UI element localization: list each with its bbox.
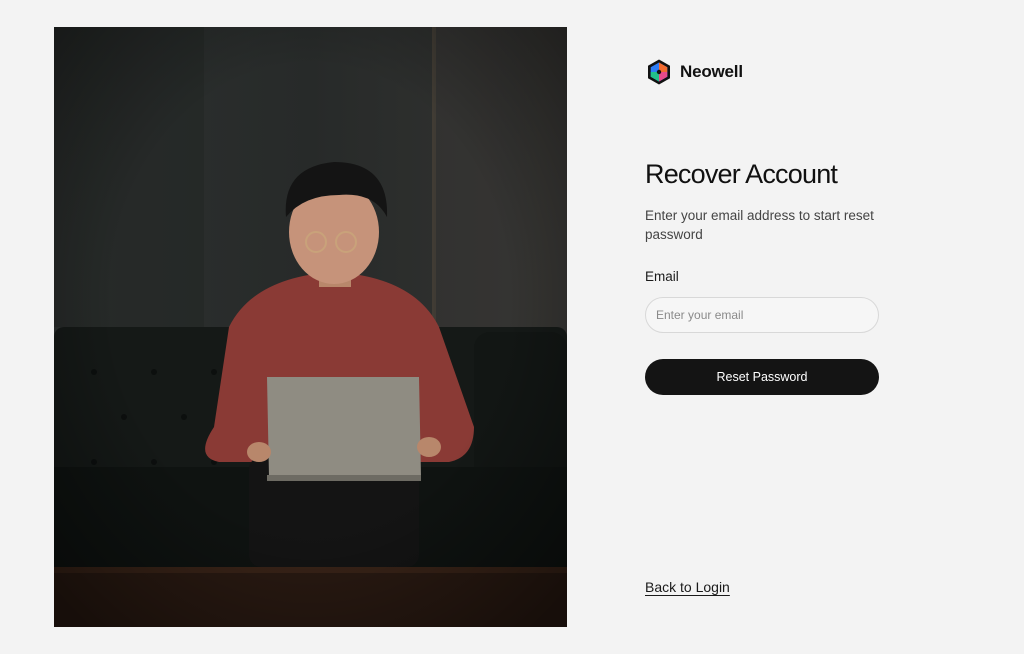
- hero-photo: [54, 27, 567, 627]
- recover-panel: Neowell Recover Account Enter your email…: [645, 0, 975, 654]
- email-label: Email: [645, 269, 679, 284]
- email-input[interactable]: [645, 297, 879, 333]
- reset-password-button[interactable]: Reset Password: [645, 359, 879, 395]
- page-title: Recover Account: [645, 159, 838, 189]
- brand: Neowell: [645, 58, 743, 86]
- hexagon-logo-icon: [648, 59, 670, 85]
- hero-photo-illustration: [54, 27, 567, 627]
- back-to-login-link[interactable]: Back to Login: [645, 579, 730, 595]
- page-subtitle: Enter your email address to start reset …: [645, 208, 874, 242]
- brand-name: Neowell: [680, 62, 743, 81]
